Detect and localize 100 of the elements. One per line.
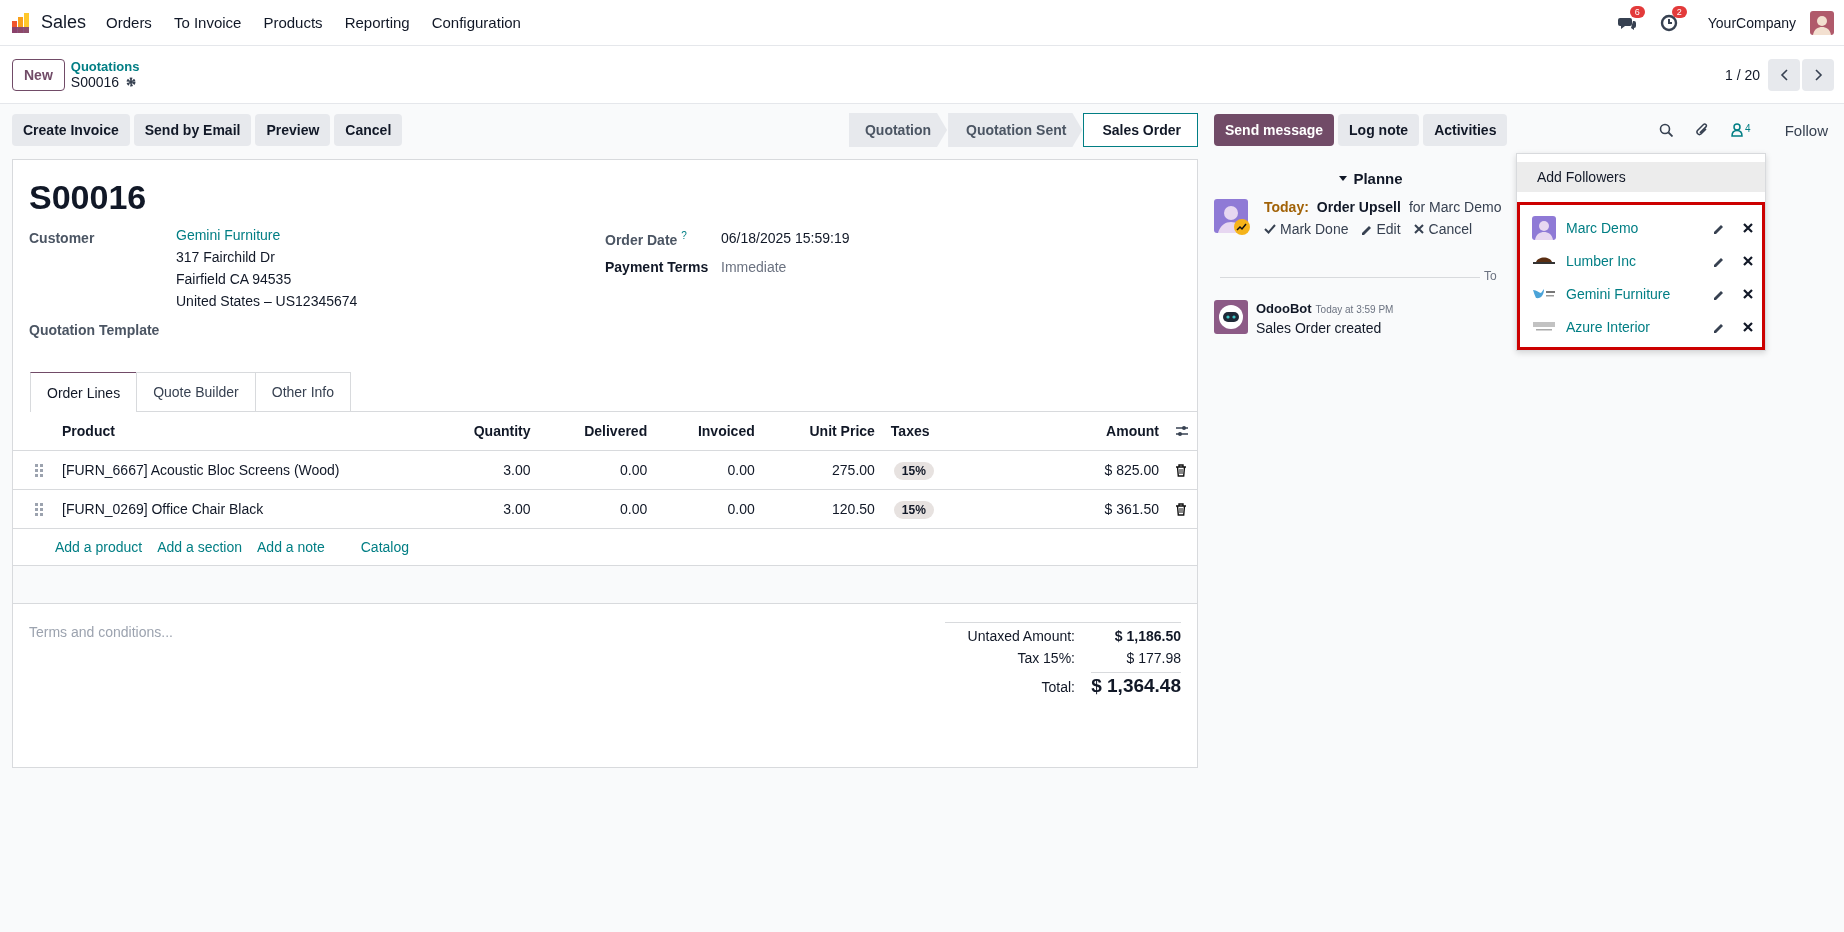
add-line-link[interactable]: Add a section [157, 539, 242, 555]
close-icon[interactable] [1742, 221, 1754, 234]
follower-count: 4 [1745, 123, 1751, 134]
next-button[interactable] [1802, 58, 1834, 91]
action-button[interactable]: Preview [255, 114, 331, 146]
column-header[interactable]: Quantity [431, 412, 539, 451]
menu-item[interactable]: Orders [106, 14, 152, 31]
chevron-right-icon [1813, 68, 1823, 81]
table-cell: [FURN_0269] Office Chair Black [51, 489, 431, 529]
field-label: Order Date [605, 231, 678, 248]
chatter-button[interactable]: Log note [1338, 114, 1420, 146]
column-header[interactable]: Invoiced [655, 412, 763, 451]
table-cell: 275.00 [762, 450, 883, 490]
chatter-button[interactable]: Send message [1214, 114, 1335, 146]
table-cell: [FURN_6667] Acoustic Bloc Screens (Wood) [51, 450, 431, 490]
new-button[interactable]: New [12, 58, 65, 91]
status-stage[interactable]: Sales Order [1083, 113, 1198, 147]
activity-assignee: for Marc Demo [1408, 199, 1502, 215]
avatar-silhouette-icon [1532, 215, 1556, 240]
status-stage[interactable]: Quotation Sent [948, 113, 1083, 147]
close-icon[interactable] [1412, 223, 1425, 235]
chart-badge-icon [1234, 219, 1250, 235]
robot-avatar-icon [1214, 300, 1248, 334]
date-divider-label: To [1480, 269, 1498, 283]
user-icon[interactable] [1731, 123, 1744, 137]
count-badge: 6 [1629, 5, 1645, 18]
breadcrumb-link[interactable]: Quotations [70, 59, 140, 74]
total-value: $ 177.98 [1125, 650, 1181, 666]
follower-name[interactable]: Azure Interior [1566, 318, 1651, 335]
column-header[interactable]: Unit Price [762, 412, 883, 451]
help-tooltip[interactable]: ? [681, 230, 687, 241]
section-heading[interactable]: Planne [1353, 170, 1403, 187]
total-label: Total: [1041, 679, 1075, 695]
app-name[interactable]: Sales [41, 12, 87, 33]
total-label: Tax 15%: [1017, 650, 1075, 666]
column-header[interactable]: Amount [1062, 412, 1167, 451]
notebook-tab[interactable]: Other Info [254, 372, 352, 412]
table-cell: $ 825.00 [1062, 450, 1167, 490]
table-cell: 0.00 [655, 489, 763, 529]
activity-date: Today: [1264, 199, 1309, 215]
company-name[interactable]: YourCompany [1707, 14, 1796, 31]
column-settings-icon[interactable] [1175, 424, 1189, 438]
search-icon[interactable] [1659, 123, 1674, 137]
field-label: Payment Terms [605, 258, 709, 275]
close-icon[interactable] [1742, 287, 1754, 300]
add-followers-item[interactable]: Add Followers [1517, 162, 1765, 192]
column-header[interactable]: Delivered [538, 412, 656, 451]
menu-item[interactable]: Reporting [344, 14, 410, 31]
drag-handle-icon[interactable] [35, 463, 43, 477]
total-label: Untaxed Amount: [967, 628, 1075, 644]
follow-link[interactable]: Follow [1784, 121, 1828, 139]
tax-tag: 15% [893, 462, 934, 480]
clock-icon[interactable] [1659, 13, 1678, 32]
follower-name[interactable]: Marc Demo [1566, 219, 1639, 236]
column-header[interactable]: Taxes [882, 412, 1063, 451]
address-line: United States – US12345674 [176, 293, 358, 309]
pencil-icon[interactable] [1360, 223, 1373, 235]
activity-action-link[interactable]: Edit [1376, 221, 1401, 237]
message-text: Sales Order created [1256, 320, 1383, 336]
action-button[interactable]: Create Invoice [12, 114, 130, 146]
activity-action-link[interactable]: Mark Done [1280, 221, 1349, 237]
follower-name[interactable]: Gemini Furniture [1566, 285, 1671, 302]
field-value[interactable]: Immediate [721, 255, 787, 275]
message-time: Today at 3:59 PM [1315, 304, 1394, 315]
column-header[interactable]: Product [51, 412, 431, 451]
action-button[interactable]: Cancel [334, 114, 403, 146]
total-value: $ 1,364.48 [1091, 672, 1181, 697]
add-line-link[interactable]: Add a note [257, 539, 325, 555]
company-logo-icon [1532, 322, 1556, 331]
notebook-tab[interactable]: Order Lines [30, 372, 138, 412]
field-value[interactable]: 06/18/2025 15:59:19 [721, 227, 850, 248]
activity-action-link[interactable]: Cancel [1428, 221, 1473, 237]
drag-handle-icon[interactable] [35, 502, 43, 516]
menu-item[interactable]: Products [263, 14, 323, 31]
close-icon[interactable] [1742, 320, 1754, 333]
status-stage[interactable]: Quotation [848, 113, 948, 147]
check-icon[interactable] [1264, 223, 1276, 235]
bird-logo-icon [1532, 288, 1556, 299]
customer-link[interactable]: Gemini Furniture [176, 227, 358, 243]
chatter-button[interactable]: Activities [1423, 114, 1508, 146]
add-line-link[interactable]: Add a product [55, 539, 143, 555]
table-cell: 3.00 [431, 450, 539, 490]
close-icon[interactable] [1742, 254, 1754, 267]
paperclip-icon[interactable] [1695, 123, 1710, 137]
table-cell: 0.00 [655, 450, 763, 490]
trash-icon[interactable] [1175, 502, 1187, 516]
trash-icon[interactable] [1175, 463, 1187, 477]
menu-item[interactable]: To Invoice [173, 14, 242, 31]
user-avatar-icon[interactable] [1810, 10, 1834, 35]
count-badge: 2 [1671, 5, 1687, 18]
follower-name[interactable]: Lumber Inc [1566, 252, 1637, 269]
table-cell: $ 361.50 [1062, 489, 1167, 529]
add-line-link[interactable]: Catalog [360, 539, 409, 555]
previous-button[interactable] [1768, 58, 1800, 91]
action-button[interactable]: Send by Email [133, 114, 252, 146]
caret-icon[interactable] [1339, 176, 1348, 181]
activity-title: Order Upsell [1316, 199, 1401, 215]
field-label: Customer [29, 229, 96, 248]
menu-item[interactable]: Configuration [431, 14, 521, 31]
message-author[interactable]: OdooBot [1256, 301, 1312, 316]
